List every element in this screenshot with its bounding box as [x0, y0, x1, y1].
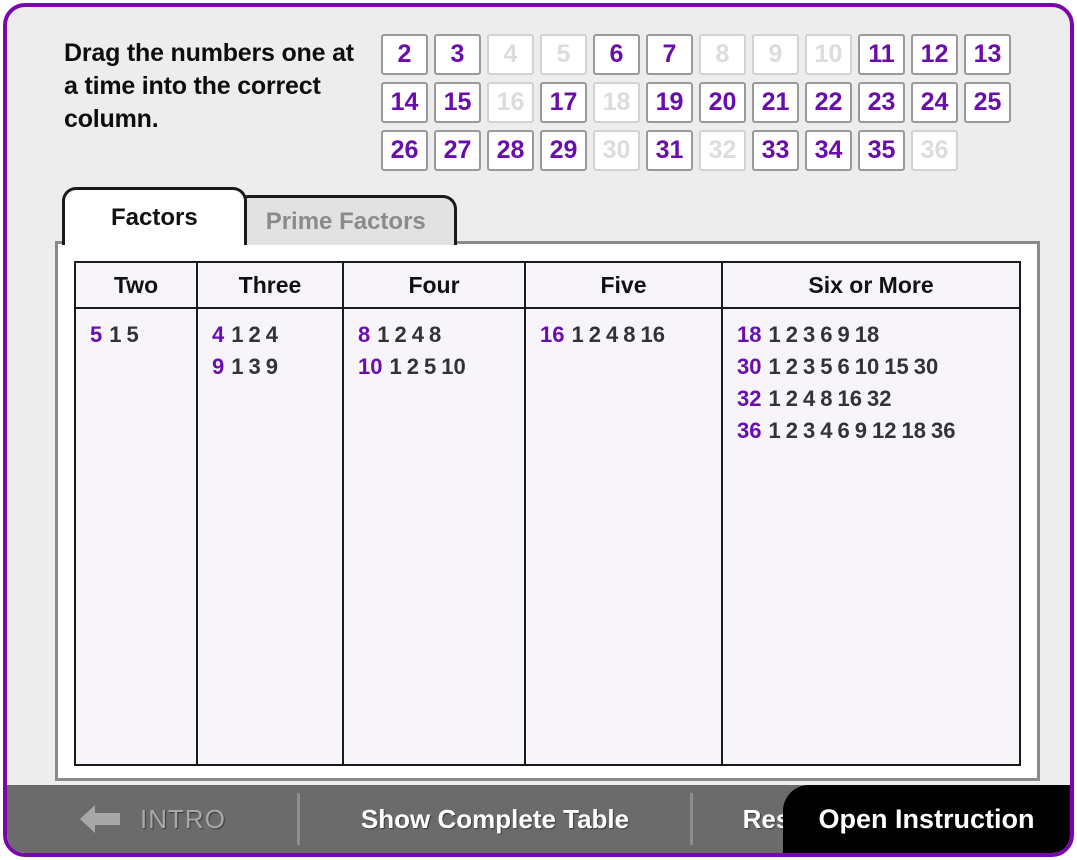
table-body-row: 5 1 5 4 1 2 4 9 1 3 9 8 1 2 4 8 10 1 2 5 10 16 1 2 4 8 16 18 1 2 3 6 9 18… — [74, 307, 1021, 766]
back-arrow-icon — [80, 805, 121, 833]
column-header-four: Four — [342, 261, 526, 309]
factor-entry-number: 16 — [540, 322, 565, 347]
number-tile-34[interactable]: 34 — [805, 130, 852, 171]
factor-entry: 18 1 2 3 6 9 18 — [737, 319, 1011, 351]
number-tile-33[interactable]: 33 — [752, 130, 799, 171]
number-tile-8: 8 — [699, 34, 746, 75]
factor-entry: 10 1 2 5 10 — [358, 351, 516, 383]
number-tile-30: 30 — [593, 130, 640, 171]
number-tile-row: 2 3 4 5 6 7 8 9 10 11 12 13 — [381, 34, 1021, 75]
number-tile-23[interactable]: 23 — [858, 82, 905, 123]
intro-label: INTRO — [140, 803, 226, 834]
number-tile-21[interactable]: 21 — [752, 82, 799, 123]
number-tile-31[interactable]: 31 — [646, 130, 693, 171]
number-tile-10: 10 — [805, 34, 852, 75]
factor-entry-list: 15 — [109, 322, 139, 347]
number-tile-29[interactable]: 29 — [540, 130, 587, 171]
factor-entry-number: 18 — [737, 322, 762, 347]
number-tile-26[interactable]: 26 — [381, 130, 428, 171]
number-tile-35[interactable]: 35 — [858, 130, 905, 171]
factor-entry-list: 1 2 4 8 16 32 — [768, 386, 892, 411]
number-tile-3[interactable]: 3 — [434, 34, 481, 75]
factor-entry-list: 1 2 3 4 6 9 12 18 36 — [768, 418, 956, 443]
drop-zone-two[interactable]: 515 — [74, 307, 198, 766]
factor-entry: 515 — [90, 319, 188, 351]
number-tile-19[interactable]: 19 — [646, 82, 693, 123]
table-header-row: Two Three Four Five Six or More — [74, 261, 1021, 309]
tab-prime-factors[interactable]: Prime Factors — [234, 195, 457, 245]
number-tile-27[interactable]: 27 — [434, 130, 481, 171]
factors-content-panel: Two Three Four Five Six or More 515412491398… — [55, 241, 1040, 781]
number-tile-20[interactable]: 20 — [699, 82, 746, 123]
number-tile-5: 5 — [540, 34, 587, 75]
column-header-six-or-more: Six or More — [721, 261, 1021, 309]
factor-entry: 36 1 2 3 4 6 9 12 18 36 — [737, 415, 1011, 447]
application-frame: Drag the numbers one at a time into the … — [3, 3, 1074, 857]
factor-entry: 32 1 2 4 8 16 32 — [737, 383, 1011, 415]
top-area: Drag the numbers one at a time into the … — [7, 7, 1070, 179]
factor-entry-list: 1248 — [377, 322, 442, 347]
factor-entry: 16 1 2 4 8 16 — [540, 319, 713, 351]
tab-bar: Factors Prime Factors — [62, 187, 457, 245]
factor-entry-number: 32 — [737, 386, 762, 411]
number-tile-18: 18 — [593, 82, 640, 123]
column-header-five: Five — [524, 261, 723, 309]
factor-entry-number: 4 — [212, 322, 225, 347]
instruction-text: Drag the numbers one at a time into the … — [64, 39, 354, 133]
number-tile-25[interactable]: 25 — [964, 82, 1011, 123]
factor-entry-list: 139 — [231, 354, 278, 379]
factor-entry-list: 1 2 3 6 9 18 — [768, 322, 880, 347]
number-tile-7[interactable]: 7 — [646, 34, 693, 75]
factor-entry-list: 1 2 5 10 — [389, 354, 466, 379]
drop-zone-five[interactable]: 16 1 2 4 8 16 — [524, 307, 723, 766]
drop-zone-six-or-more[interactable]: 18 1 2 3 6 9 18 30 1 2 3 5 6 10 15 30 32 1 2 4 8 16 32 36 1 2 3 4 6 9… — [721, 307, 1021, 766]
factor-entry-number: 10 — [358, 354, 383, 379]
factor-entry-number: 5 — [90, 322, 103, 347]
factors-table: Two Three Four Five Six or More 515412491398… — [74, 261, 1021, 766]
number-tile-32: 32 — [699, 130, 746, 171]
factor-entry-number: 36 — [737, 418, 762, 443]
tab-factors[interactable]: Factors — [62, 187, 247, 245]
drop-zone-three[interactable]: 41249139 — [196, 307, 344, 766]
number-tile-11[interactable]: 11 — [858, 34, 905, 75]
number-tile-9: 9 — [752, 34, 799, 75]
factor-entry-number: 9 — [212, 354, 225, 379]
drop-zone-four[interactable]: 8 1 2 4 8 10 1 2 5 10 — [342, 307, 526, 766]
number-tile-14[interactable]: 14 — [381, 82, 428, 123]
factor-entry-list: 124 — [231, 322, 278, 347]
number-tile-12[interactable]: 12 — [911, 34, 958, 75]
number-tile-row: 14 15 16 17 18 19 20 21 22 23 24 25 — [381, 82, 1021, 123]
factor-entry: 30 1 2 3 5 6 10 15 30 — [737, 351, 1011, 383]
number-tile-6[interactable]: 6 — [593, 34, 640, 75]
number-tile-13[interactable]: 13 — [964, 34, 1011, 75]
number-tile-15[interactable]: 15 — [434, 82, 481, 123]
factor-entry-number: 8 — [358, 322, 371, 347]
factor-entry: 4124 — [212, 319, 334, 351]
number-tile-row: 26 27 28 29 30 31 32 33 34 35 36 — [381, 130, 1021, 171]
number-tile-28[interactable]: 28 — [487, 130, 534, 171]
open-instruction-button[interactable]: Open Instruction — [783, 785, 1070, 853]
number-tile-22[interactable]: 22 — [805, 82, 852, 123]
number-tile-17[interactable]: 17 — [540, 82, 587, 123]
number-tile-24[interactable]: 24 — [911, 82, 958, 123]
factor-entry-list: 1 2 4 8 16 — [571, 322, 665, 347]
intro-button[interactable]: INTRO — [7, 802, 297, 836]
column-header-three: Three — [196, 261, 344, 309]
factor-entry: 9139 — [212, 351, 334, 383]
show-complete-table-button[interactable]: Show Complete Table — [300, 804, 690, 835]
factor-entry-list: 1 2 3 5 6 10 15 30 — [768, 354, 939, 379]
bottom-toolbar: INTRO Show Complete Table Reset Open Ins… — [7, 785, 1070, 853]
column-header-two: Two — [74, 261, 198, 309]
number-tile-36: 36 — [911, 130, 958, 171]
number-tile-2[interactable]: 2 — [381, 34, 428, 75]
number-tray: 2 3 4 5 6 7 8 9 10 11 12 13 14 15 16 17 18 19 20 21 22 23 24 25… — [381, 34, 1021, 178]
factor-entry: 81248 — [358, 319, 516, 351]
number-tile-4: 4 — [487, 34, 534, 75]
factor-entry-number: 30 — [737, 354, 762, 379]
number-tile-16: 16 — [487, 82, 534, 123]
